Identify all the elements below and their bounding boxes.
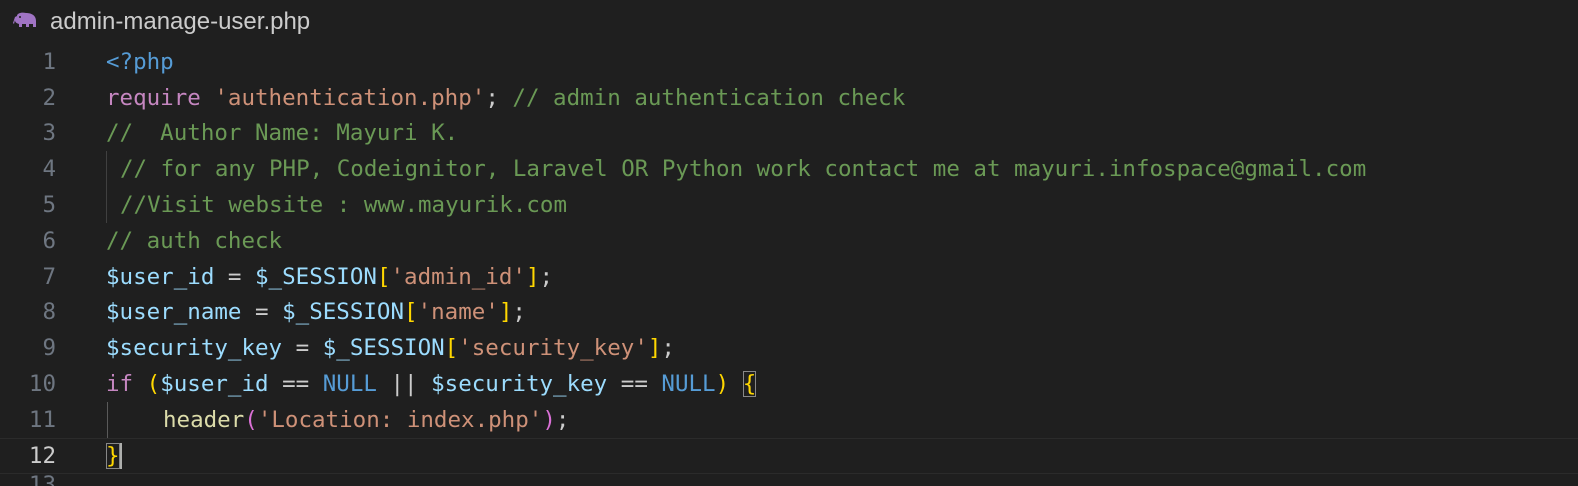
code-line[interactable]: 4 // for any PHP, Codeignitor, Laravel O…: [0, 151, 1578, 188]
indent-guide: [106, 187, 107, 223]
operator: ||: [376, 371, 432, 398]
operator: =: [241, 299, 283, 326]
line-number: 8: [42, 299, 56, 326]
operator: ==: [268, 371, 323, 398]
operator: ==: [607, 371, 662, 398]
code-editor[interactable]: admin-manage-user.php 1 <?php 2 require …: [0, 0, 1578, 486]
indent-guide: [106, 151, 107, 188]
constant: NULL: [661, 371, 716, 398]
code-content: // for any PHP, Codeignitor, Laravel OR …: [120, 156, 1366, 182]
code-content: $security_key = $_SESSION['security_key'…: [106, 335, 675, 361]
code-content: // auth check: [106, 228, 282, 254]
line-number: 1: [42, 48, 56, 75]
bracket: ): [542, 406, 556, 433]
function-name: header: [163, 406, 245, 433]
line-number: 5: [42, 192, 56, 219]
code-content: // Author Name: Mayuri K.: [106, 120, 458, 146]
string-literal: 'security_key': [458, 335, 648, 362]
operator: =: [214, 263, 256, 290]
php-elephant-icon: [12, 10, 40, 34]
code-content: if ($user_id == NULL || $security_key ==…: [106, 371, 757, 398]
code-line[interactable]: 7 $user_id = $_SESSION['admin_id'];: [0, 259, 1578, 295]
variable: $user_id: [160, 371, 269, 398]
line-number: 13: [0, 474, 56, 486]
session-variable: $_SESSION: [322, 335, 445, 362]
code-content: <?php: [106, 49, 174, 75]
code-line[interactable]: 3 // Author Name: Mayuri K.: [0, 116, 1578, 152]
bracket: (: [244, 406, 258, 433]
keyword: require: [106, 84, 201, 111]
code-line[interactable]: 9 $security_key = $_SESSION['security_ke…: [0, 330, 1578, 366]
code-line[interactable]: 10 if ($user_id == NULL || $security_key…: [0, 366, 1578, 402]
line-number: 7: [42, 263, 56, 290]
code-content: $user_id = $_SESSION['admin_id'];: [106, 264, 553, 290]
variable: $user_id: [106, 263, 215, 290]
punctuation: ;: [661, 335, 675, 362]
variable: $security_key: [106, 335, 283, 362]
file-tab[interactable]: admin-manage-user.php: [0, 0, 1578, 44]
matched-brace: {: [742, 371, 757, 398]
line-number: 6: [42, 227, 56, 254]
variable: $security_key: [431, 371, 608, 398]
operator: =: [282, 335, 323, 362]
code-content: //Visit website : www.mayurik.com: [120, 192, 567, 218]
punctuation: ;: [555, 406, 570, 433]
indent-guide: [107, 401, 108, 438]
bracket: [: [444, 335, 459, 362]
matched-brace: }: [106, 442, 120, 469]
string-literal: 'name': [417, 299, 499, 326]
line-number: 12: [28, 442, 56, 469]
line-number: 2: [42, 84, 56, 111]
comment: //Visit website : www.mayurik.com: [120, 192, 568, 219]
comment: // auth check: [106, 227, 283, 254]
comment: // Author Name: Mayuri K.: [106, 120, 459, 147]
code-content: require 'authentication.php'; // admin a…: [106, 85, 905, 111]
line-number: 3: [42, 120, 56, 147]
code-content: }: [106, 442, 122, 469]
code-line-current[interactable]: 12 }: [0, 437, 1578, 474]
code-line[interactable]: 6 // auth check: [0, 223, 1578, 259]
code-content: $user_name = $_SESSION['name'];: [106, 299, 526, 325]
session-variable: $_SESSION: [255, 263, 377, 290]
line-number: 11: [28, 406, 56, 433]
variable: $user_name: [106, 299, 242, 326]
string-literal: 'admin_id': [390, 263, 526, 290]
bracket: ]: [647, 335, 662, 362]
code-content: header('Location: index.php');: [163, 407, 569, 433]
code-lines[interactable]: 1 <?php 2 require 'authentication.php'; …: [0, 44, 1578, 474]
line-number: 4: [42, 156, 56, 183]
text-cursor: [119, 442, 122, 469]
string-literal: 'Location: index.php': [257, 406, 543, 433]
bracket: [: [404, 299, 418, 326]
punctuation: ;: [539, 263, 554, 290]
code-line[interactable]: 2 require 'authentication.php'; // admin…: [0, 80, 1578, 116]
php-open-tag: <?php: [106, 48, 174, 75]
bracket: ]: [498, 299, 513, 326]
code-line[interactable]: 11 header('Location: index.php');: [0, 401, 1578, 438]
bracket: (: [146, 371, 161, 398]
comment: // for any PHP, Codeignitor, Laravel OR …: [120, 156, 1367, 183]
file-tab-label: admin-manage-user.php: [50, 8, 311, 35]
bracket: ): [715, 371, 730, 398]
code-line[interactable]: 1 <?php: [0, 44, 1578, 80]
code-line[interactable]: 5 //Visit website : www.mayurik.com: [0, 187, 1578, 223]
bracket: [: [376, 263, 391, 290]
line-number: 9: [42, 335, 56, 362]
constant: NULL: [322, 371, 377, 398]
punctuation: ;: [512, 299, 526, 326]
code-line[interactable]: 8 $user_name = $_SESSION['name'];: [0, 295, 1578, 331]
line-number: 10: [28, 371, 56, 398]
session-variable: $_SESSION: [282, 299, 405, 326]
punctuation: ;: [485, 84, 499, 111]
comment: // admin authentication check: [512, 84, 906, 111]
keyword: if: [106, 371, 134, 398]
bracket: ]: [525, 263, 540, 290]
string-literal: 'authentication.php': [214, 84, 486, 111]
